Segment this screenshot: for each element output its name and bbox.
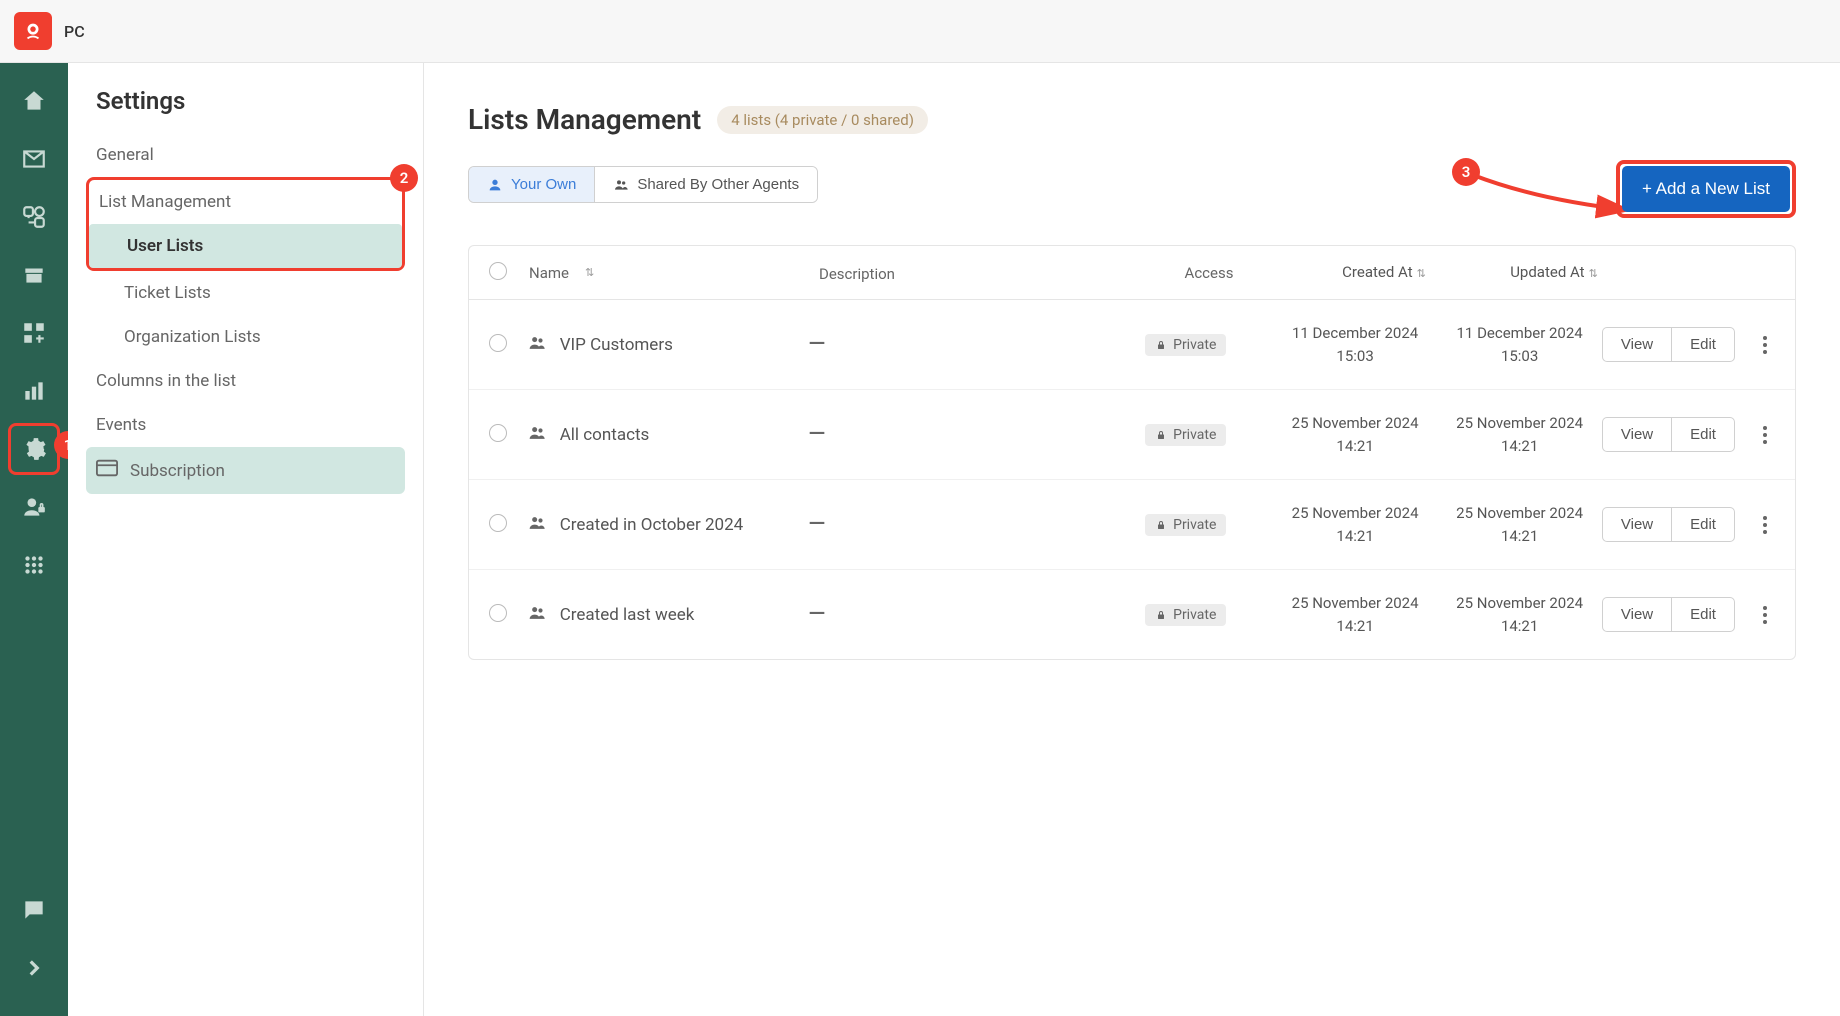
col-created[interactable]: Created At — [1342, 263, 1412, 281]
tab-your-own[interactable]: Your Own — [469, 167, 595, 202]
people-icon — [528, 515, 548, 535]
sort-icon[interactable]: ⇅ — [585, 266, 594, 279]
list-description: — — [808, 512, 1098, 537]
rail-mail[interactable] — [10, 135, 58, 183]
row-checkbox[interactable] — [489, 424, 507, 442]
table-row: All contacts — Private 25 November 20241… — [469, 390, 1795, 480]
list-name: All contacts — [560, 425, 650, 445]
row-checkbox[interactable] — [489, 514, 507, 532]
view-button[interactable]: View — [1602, 597, 1671, 632]
rail-analytics[interactable] — [10, 367, 58, 415]
add-new-list-button[interactable]: + Add a New List — [1622, 166, 1790, 212]
people-icon — [528, 605, 548, 625]
list-description: — — [808, 332, 1098, 357]
rail-settings[interactable] — [10, 425, 58, 473]
settings-title: Settings — [86, 87, 405, 115]
left-rail: 1 — [0, 63, 68, 1016]
sort-icon[interactable]: ⇅ — [1417, 266, 1426, 283]
settings-events[interactable]: Events — [86, 403, 405, 447]
more-menu[interactable] — [1763, 516, 1767, 534]
annotation-box-2: 2 List Management User Lists — [86, 177, 405, 271]
list-description: — — [808, 602, 1098, 627]
lists-table: Name ⇅ Description Access Created At ⇅ Upd… — [468, 245, 1796, 660]
tab-shared-label: Shared By Other Agents — [637, 176, 799, 193]
updated-at: 25 November 202414:21 — [1437, 592, 1602, 637]
main-content: Lists Management 4 lists (4 private / 0 … — [424, 63, 1840, 1016]
row-checkbox[interactable] — [489, 334, 507, 352]
subscription-label: Subscription — [130, 461, 225, 481]
sort-icon[interactable]: ⇅ — [1589, 266, 1598, 283]
page-title: Lists Management — [468, 103, 701, 136]
table-row: VIP Customers — Private 11 December 2024… — [469, 300, 1795, 390]
list-name: Created in October 2024 — [560, 515, 744, 535]
more-menu[interactable] — [1763, 426, 1767, 444]
col-updated[interactable]: Updated At — [1510, 263, 1584, 281]
view-button[interactable]: View — [1602, 327, 1671, 362]
tab-row: Your Own Shared By Other Agents 3 + Add … — [468, 166, 1796, 203]
edit-button[interactable]: Edit — [1671, 507, 1735, 542]
list-description: — — [808, 422, 1098, 447]
edit-button[interactable]: Edit — [1671, 417, 1735, 452]
row-checkbox[interactable] — [489, 604, 507, 622]
rail-widgets[interactable] — [10, 309, 58, 357]
page-header: Lists Management 4 lists (4 private / 0 … — [468, 103, 1796, 136]
table-row: Created in October 2024 — Private 25 Nov… — [469, 480, 1795, 570]
table-header: Name ⇅ Description Access Created At ⇅ Upd… — [469, 246, 1795, 300]
app-name: PC — [64, 22, 85, 41]
edit-button[interactable]: Edit — [1671, 327, 1735, 362]
people-icon — [528, 425, 548, 445]
rail-chat[interactable] — [10, 886, 58, 934]
view-button[interactable]: View — [1602, 417, 1671, 452]
created-at: 25 November 202414:21 — [1273, 502, 1438, 547]
rail-archive[interactable] — [10, 251, 58, 299]
settings-organization-lists[interactable]: Organization Lists — [86, 315, 405, 359]
more-menu[interactable] — [1763, 336, 1767, 354]
access-badge: Private — [1145, 424, 1226, 446]
settings-ticket-lists[interactable]: Ticket Lists — [86, 271, 405, 315]
settings-general[interactable]: General — [86, 133, 405, 177]
annotation-box-3: + Add a New List — [1616, 160, 1796, 218]
access-badge: Private — [1145, 514, 1226, 536]
created-at: 25 November 202414:21 — [1273, 412, 1438, 457]
rail-apps[interactable] — [10, 541, 58, 589]
select-all-checkbox[interactable] — [489, 262, 507, 280]
tab-shared[interactable]: Shared By Other Agents — [595, 167, 817, 202]
app-logo — [14, 12, 52, 50]
table-row: Created last week — Private 25 November … — [469, 570, 1795, 659]
list-name: VIP Customers — [560, 335, 673, 355]
rail-workflow[interactable] — [10, 193, 58, 241]
settings-list-management[interactable]: List Management — [89, 180, 402, 224]
access-badge: Private — [1145, 604, 1226, 626]
rail-home[interactable] — [10, 77, 58, 125]
more-menu[interactable] — [1763, 606, 1767, 624]
rail-expand[interactable] — [10, 944, 58, 992]
view-button[interactable]: View — [1602, 507, 1671, 542]
created-at: 11 December 202415:03 — [1273, 322, 1438, 367]
settings-sidebar: Settings General 2 List Management User … — [68, 63, 424, 1016]
tab-group: Your Own Shared By Other Agents — [468, 166, 818, 203]
annotation-3: 3 — [1452, 158, 1480, 186]
edit-button[interactable]: Edit — [1671, 597, 1735, 632]
updated-at: 11 December 202415:03 — [1437, 322, 1602, 367]
created-at: 25 November 202414:21 — [1273, 592, 1438, 637]
list-name: Created last week — [560, 605, 695, 625]
list-count-badge: 4 lists (4 private / 0 shared) — [717, 106, 928, 134]
tab-your-own-label: Your Own — [511, 176, 576, 193]
updated-at: 25 November 202414:21 — [1437, 412, 1602, 457]
col-name[interactable]: Name — [529, 264, 569, 282]
settings-columns[interactable]: Columns in the list — [86, 359, 405, 403]
updated-at: 25 November 202414:21 — [1437, 502, 1602, 547]
settings-subscription[interactable]: Subscription — [86, 447, 405, 494]
col-access[interactable]: Access — [1185, 264, 1234, 282]
annotation-2: 2 — [390, 164, 418, 192]
people-icon — [528, 335, 548, 355]
col-description[interactable]: Description — [819, 265, 895, 283]
access-badge: Private — [1145, 334, 1226, 356]
top-bar: PC — [0, 0, 1840, 63]
rail-user-lock[interactable] — [10, 483, 58, 531]
card-icon — [96, 459, 118, 482]
settings-user-lists[interactable]: User Lists — [89, 224, 402, 268]
annotation-arrow — [1468, 170, 1638, 220]
